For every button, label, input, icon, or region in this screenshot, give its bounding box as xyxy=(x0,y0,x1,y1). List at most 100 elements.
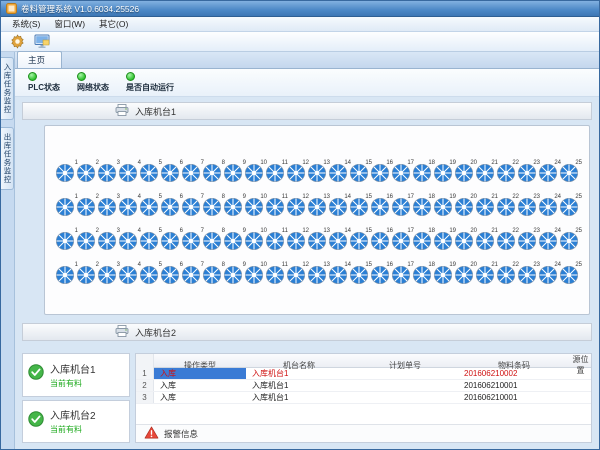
slot-circle[interactable]: 17 xyxy=(391,231,411,251)
slot-circle[interactable]: 25 xyxy=(559,265,579,285)
slot-circle[interactable]: 16 xyxy=(370,163,390,183)
slot-circle[interactable]: 6 xyxy=(160,163,180,183)
slot-circle[interactable]: 23 xyxy=(517,231,537,251)
slot-circle[interactable]: 21 xyxy=(475,163,495,183)
slot-circle[interactable]: 14 xyxy=(328,265,348,285)
settings-icon[interactable] xyxy=(8,33,26,50)
slot-circle[interactable]: 24 xyxy=(538,197,558,217)
slot-circle[interactable]: 24 xyxy=(538,231,558,251)
slot-circle[interactable]: 15 xyxy=(349,265,369,285)
slot-circle[interactable]: 8 xyxy=(202,265,222,285)
slot-circle[interactable]: 25 xyxy=(559,197,579,217)
slot-circle[interactable]: 23 xyxy=(517,163,537,183)
slot-circle[interactable]: 19 xyxy=(433,265,453,285)
slot-circle[interactable]: 16 xyxy=(370,231,390,251)
slot-circle[interactable]: 22 xyxy=(496,163,516,183)
slot-circle[interactable]: 4 xyxy=(118,197,138,217)
side-tab-outbound-monitor[interactable]: 出库任务监控 xyxy=(1,127,14,190)
slot-circle[interactable]: 3 xyxy=(97,265,117,285)
slot-circle[interactable]: 23 xyxy=(517,197,537,217)
slot-circle[interactable]: 12 xyxy=(286,197,306,217)
slot-circle[interactable]: 8 xyxy=(202,163,222,183)
slot-circle[interactable]: 12 xyxy=(286,163,306,183)
slot-circle[interactable]: 8 xyxy=(202,197,222,217)
menu-system[interactable]: 系统(S) xyxy=(5,17,47,31)
slot-circle[interactable]: 20 xyxy=(454,197,474,217)
slot-circle[interactable]: 15 xyxy=(349,163,369,183)
slot-circle[interactable]: 22 xyxy=(496,197,516,217)
slot-circle[interactable]: 5 xyxy=(139,231,159,251)
slot-circle[interactable]: 13 xyxy=(307,197,327,217)
slot-circle[interactable]: 11 xyxy=(265,197,285,217)
slot-circle[interactable]: 17 xyxy=(391,265,411,285)
slot-circle[interactable]: 10 xyxy=(244,163,264,183)
printer-icon[interactable] xyxy=(115,325,129,339)
slot-circle[interactable]: 3 xyxy=(97,163,117,183)
slot-circle[interactable]: 11 xyxy=(265,231,285,251)
slot-circle[interactable]: 18 xyxy=(412,265,432,285)
side-tab-inbound-monitor[interactable]: 入库任务监控 xyxy=(1,57,14,120)
slot-circle[interactable]: 14 xyxy=(328,163,348,183)
slot-circle[interactable]: 21 xyxy=(475,197,495,217)
slot-circle[interactable]: 12 xyxy=(286,265,306,285)
slot-circle[interactable]: 7 xyxy=(181,265,201,285)
slot-circle[interactable]: 19 xyxy=(433,163,453,183)
slot-circle[interactable]: 2 xyxy=(76,197,96,217)
slot-circle[interactable]: 1 xyxy=(55,163,75,183)
slot-circle[interactable]: 7 xyxy=(181,197,201,217)
station-card-1[interactable]: 入库机台1 当前有料 xyxy=(22,353,130,397)
slot-circle[interactable]: 4 xyxy=(118,265,138,285)
slot-circle[interactable]: 20 xyxy=(454,231,474,251)
slot-circle[interactable]: 3 xyxy=(97,231,117,251)
slot-circle[interactable]: 5 xyxy=(139,197,159,217)
slot-circle[interactable]: 20 xyxy=(454,265,474,285)
table-row[interactable]: 1 入库 入库机台1 201606210002 xyxy=(136,368,591,380)
slot-circle[interactable]: 3 xyxy=(97,197,117,217)
slot-circle[interactable]: 5 xyxy=(139,265,159,285)
slot-circle[interactable]: 14 xyxy=(328,197,348,217)
slot-circle[interactable]: 11 xyxy=(265,163,285,183)
slot-circle[interactable]: 1 xyxy=(55,265,75,285)
slot-circle[interactable]: 21 xyxy=(475,265,495,285)
slot-circle[interactable]: 25 xyxy=(559,163,579,183)
slot-circle[interactable]: 1 xyxy=(55,197,75,217)
slot-circle[interactable]: 17 xyxy=(391,197,411,217)
slot-circle[interactable]: 17 xyxy=(391,163,411,183)
slot-circle[interactable]: 24 xyxy=(538,265,558,285)
slot-circle[interactable]: 21 xyxy=(475,231,495,251)
table-row[interactable]: 3 入库 入库机台1 201606210001 xyxy=(136,392,591,404)
slot-circle[interactable]: 5 xyxy=(139,163,159,183)
slot-circle[interactable]: 16 xyxy=(370,265,390,285)
slot-circle[interactable]: 9 xyxy=(223,231,243,251)
slot-circle[interactable]: 4 xyxy=(118,163,138,183)
slot-circle[interactable]: 10 xyxy=(244,197,264,217)
slot-circle[interactable]: 2 xyxy=(76,163,96,183)
slot-circle[interactable]: 9 xyxy=(223,163,243,183)
slot-circle[interactable]: 14 xyxy=(328,231,348,251)
slot-circle[interactable]: 2 xyxy=(76,231,96,251)
slot-circle[interactable]: 13 xyxy=(307,163,327,183)
slot-circle[interactable]: 7 xyxy=(181,163,201,183)
slot-circle[interactable]: 19 xyxy=(433,197,453,217)
slot-circle[interactable]: 23 xyxy=(517,265,537,285)
station-card-2[interactable]: 入库机台2 当前有料 xyxy=(22,400,130,444)
slot-circle[interactable]: 7 xyxy=(181,231,201,251)
menu-other[interactable]: 其它(O) xyxy=(92,17,135,31)
slot-circle[interactable]: 13 xyxy=(307,265,327,285)
slot-circle[interactable]: 24 xyxy=(538,163,558,183)
slot-circle[interactable]: 10 xyxy=(244,265,264,285)
slot-circle[interactable]: 9 xyxy=(223,197,243,217)
slot-circle[interactable]: 18 xyxy=(412,197,432,217)
table-row[interactable]: 2 入库 入库机台1 201606210001 xyxy=(136,380,591,392)
slot-circle[interactable]: 12 xyxy=(286,231,306,251)
slot-circle[interactable]: 18 xyxy=(412,231,432,251)
slot-circle[interactable]: 9 xyxy=(223,265,243,285)
slot-circle[interactable]: 20 xyxy=(454,163,474,183)
slot-circle[interactable]: 2 xyxy=(76,265,96,285)
slot-circle[interactable]: 15 xyxy=(349,197,369,217)
slot-circle[interactable]: 19 xyxy=(433,231,453,251)
slot-circle[interactable]: 16 xyxy=(370,197,390,217)
slot-circle[interactable]: 15 xyxy=(349,231,369,251)
slot-circle[interactable]: 4 xyxy=(118,231,138,251)
slot-circle[interactable]: 6 xyxy=(160,231,180,251)
